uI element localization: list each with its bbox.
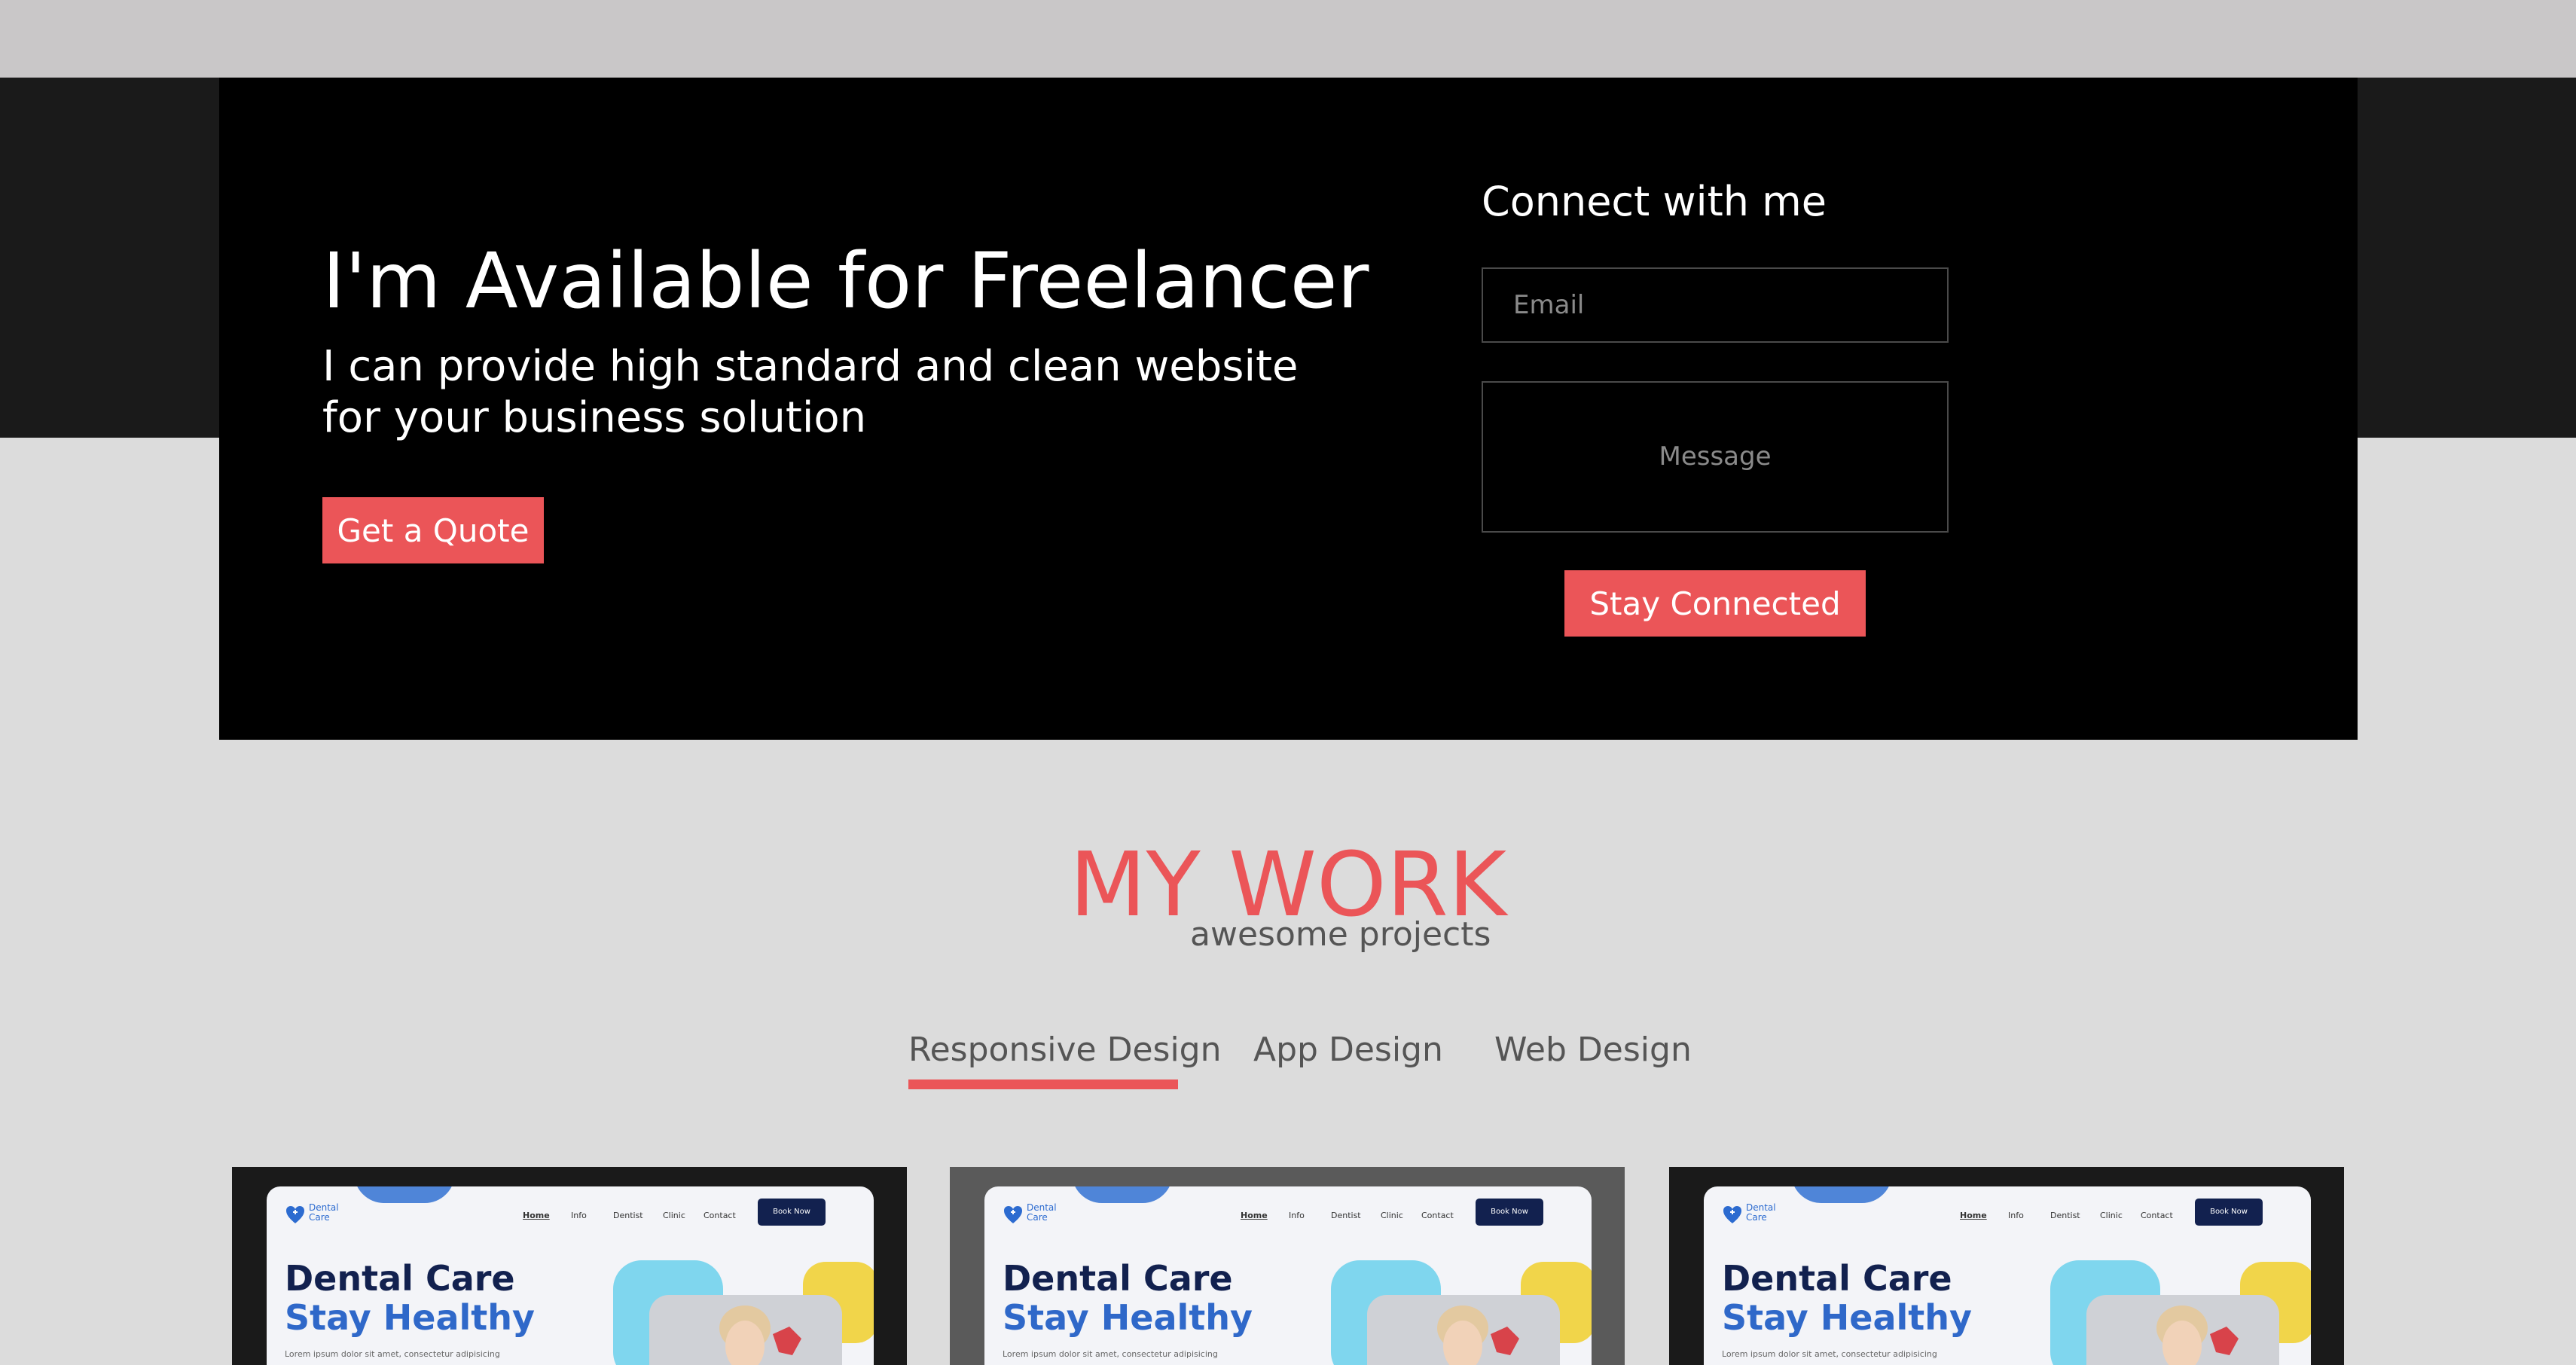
project-card[interactable]: Dental Care Home Info Dentist Clinic Con… xyxy=(232,1167,907,1365)
tooth-heart-icon xyxy=(286,1206,304,1223)
preview-nav-dentist: Dentist xyxy=(2050,1211,2080,1220)
preview-book-button: Book Now xyxy=(1476,1199,1543,1226)
preview-nav-dentist: Dentist xyxy=(613,1211,643,1220)
preview-nav-clinic: Clinic xyxy=(2100,1211,2123,1220)
project-preview: Dental Care Home Info Dentist Clinic Con… xyxy=(1704,1186,2311,1365)
preview-nav-info: Info xyxy=(2008,1211,2024,1220)
preview-nav-contact: Contact xyxy=(2141,1211,2173,1220)
preview-nav-contact: Contact xyxy=(1421,1211,1454,1220)
preview-subheading: Stay Healthy xyxy=(1722,1297,1972,1338)
connect-title: Connect with me xyxy=(1482,178,1827,225)
tab-responsive-design[interactable]: Responsive Design xyxy=(908,1031,1222,1069)
message-field[interactable] xyxy=(1482,381,1949,533)
hero-title: I'm Available for Freelancer xyxy=(322,237,1369,326)
tab-web-design[interactable]: Web Design xyxy=(1494,1031,1692,1069)
preview-nav-info: Info xyxy=(571,1211,587,1220)
preview-body-text: Lorem ipsum dolor sit amet, consectetur … xyxy=(1722,1349,1937,1359)
preview-nav-home: Home xyxy=(1241,1211,1268,1220)
tooth-heart-icon xyxy=(1004,1206,1022,1223)
preview-nav-clinic: Clinic xyxy=(663,1211,685,1220)
project-card[interactable]: Dental Care Home Info Dentist Clinic Con… xyxy=(1669,1167,2344,1365)
preview-book-button: Book Now xyxy=(2195,1199,2263,1226)
preview-heading: Dental Care xyxy=(1722,1258,1952,1299)
hero-subtitle: I can provide high standard and clean we… xyxy=(322,342,1299,442)
project-preview: Dental Care Home Info Dentist Clinic Con… xyxy=(267,1186,874,1365)
project-preview: Dental Care Home Info Dentist Clinic Con… xyxy=(984,1186,1592,1365)
my-work-subtitle: awesome projects xyxy=(1190,915,1491,954)
tab-app-design[interactable]: App Design xyxy=(1253,1031,1443,1069)
preview-book-button: Book Now xyxy=(758,1199,826,1226)
active-tab-indicator xyxy=(908,1079,1178,1089)
preview-brand: Dental Care xyxy=(1746,1202,1776,1223)
preview-heading: Dental Care xyxy=(1003,1258,1233,1299)
preview-nav-contact: Contact xyxy=(704,1211,736,1220)
stay-connected-button[interactable]: Stay Connected xyxy=(1564,570,1866,637)
preview-body-text: Lorem ipsum dolor sit amet, consectetur … xyxy=(1003,1349,1218,1359)
preview-brand: Dental Care xyxy=(1027,1202,1057,1223)
preview-subheading: Stay Healthy xyxy=(285,1297,535,1338)
preview-body-text: Lorem ipsum dolor sit amet, consectetur … xyxy=(285,1349,500,1359)
preview-nav-info: Info xyxy=(1289,1211,1305,1220)
tooth-heart-icon xyxy=(1723,1206,1741,1223)
browser-top-bar xyxy=(0,0,2576,78)
preview-decoration xyxy=(1072,1186,1173,1203)
email-field[interactable] xyxy=(1482,267,1949,343)
hero-section: I'm Available for Freelancer I can provi… xyxy=(219,78,2358,740)
preview-nav-home: Home xyxy=(1960,1211,1987,1220)
preview-decoration xyxy=(1791,1186,1892,1203)
preview-heading: Dental Care xyxy=(285,1258,515,1299)
get-quote-button[interactable]: Get a Quote xyxy=(322,497,544,563)
preview-nav-dentist: Dentist xyxy=(1331,1211,1361,1220)
project-card[interactable]: Dental Care Home Info Dentist Clinic Con… xyxy=(950,1167,1625,1365)
preview-nav-home: Home xyxy=(523,1211,550,1220)
person-photo xyxy=(719,1305,801,1365)
preview-decoration xyxy=(354,1186,455,1203)
preview-subheading: Stay Healthy xyxy=(1003,1297,1253,1338)
person-photo xyxy=(1437,1305,1519,1365)
preview-brand: Dental Care xyxy=(309,1202,339,1223)
preview-nav-clinic: Clinic xyxy=(1381,1211,1403,1220)
person-photo xyxy=(2156,1305,2239,1365)
